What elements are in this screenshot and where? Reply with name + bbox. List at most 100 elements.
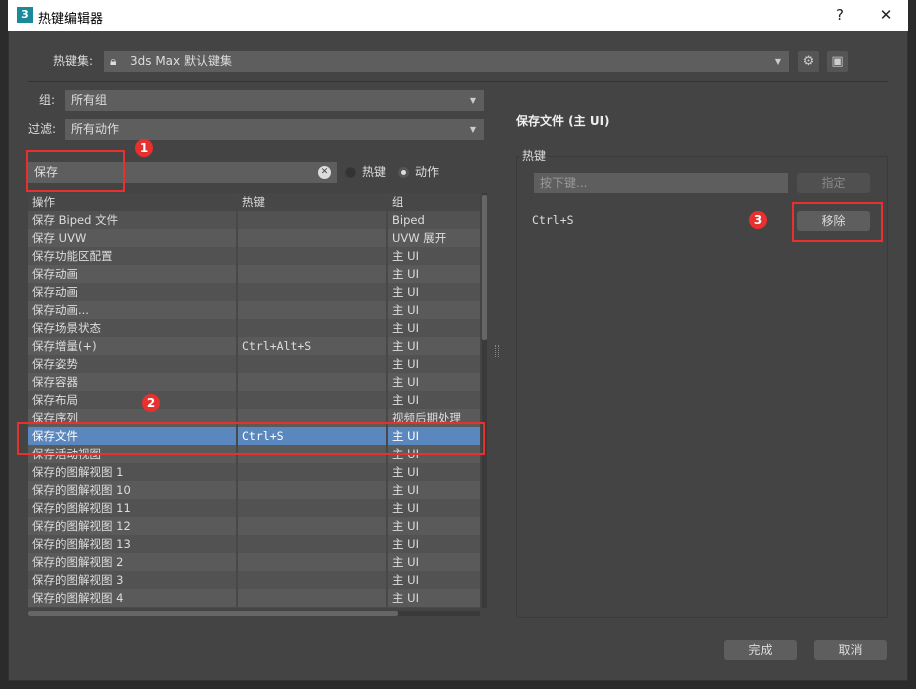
settings-gear-button[interactable]: ⚙ bbox=[798, 51, 819, 72]
window-title: 热键编辑器 bbox=[38, 12, 104, 27]
action-cell: 保存 Biped 文件 bbox=[28, 211, 238, 229]
hotkey-set-dropdown[interactable]: 🔒︎ 3ds Max 默认键集 ▼ bbox=[104, 51, 789, 72]
table-header: 操作 热键 组 bbox=[28, 193, 480, 211]
annotation-box-search bbox=[26, 150, 125, 192]
splitter-handle[interactable] bbox=[495, 345, 499, 357]
save-set-button[interactable]: ▣ bbox=[827, 51, 848, 72]
hotkey-cell bbox=[238, 535, 388, 553]
annotation-box-row bbox=[17, 422, 485, 455]
table-row[interactable]: 保存动画 主 UI bbox=[28, 283, 480, 301]
action-cell: 保存 UVW bbox=[28, 229, 238, 247]
horizontal-scrollbar[interactable] bbox=[28, 611, 480, 616]
table-row[interactable]: 保存的图解视图 2 主 UI bbox=[28, 553, 480, 571]
scrollbar-thumb[interactable] bbox=[482, 195, 487, 340]
radio-hotkey[interactable] bbox=[345, 167, 356, 178]
action-cell: 保存动画... bbox=[28, 301, 238, 319]
hotkey-cell: Ctrl+Alt+S bbox=[238, 337, 388, 355]
radio-hotkey-label: 热键 bbox=[362, 165, 387, 179]
chevron-down-icon: ▼ bbox=[774, 57, 781, 66]
group-cell: 主 UI bbox=[392, 339, 419, 353]
hotkey-cell bbox=[238, 571, 388, 589]
action-cell: 保存的图解视图 11 bbox=[28, 499, 238, 517]
group-cell: 主 UI bbox=[392, 519, 419, 533]
annotation-box-remove bbox=[792, 202, 883, 242]
table-row[interactable]: 保存的图解视图 10 主 UI bbox=[28, 481, 480, 499]
table-row[interactable]: 保存动画... 主 UI bbox=[28, 301, 480, 319]
cancel-button[interactable]: 取消 bbox=[814, 640, 887, 660]
assign-button[interactable]: 指定 bbox=[797, 173, 870, 193]
hotkey-cell bbox=[238, 499, 388, 517]
action-cell: 保存增量(+) bbox=[28, 337, 238, 355]
hotkey-cell bbox=[238, 391, 388, 409]
table-row[interactable]: 保存功能区配置 主 UI bbox=[28, 247, 480, 265]
hotkey-cell bbox=[238, 481, 388, 499]
hotkey-cell bbox=[238, 589, 388, 607]
action-cell: 保存的图解视图 12 bbox=[28, 517, 238, 535]
column-header-action[interactable]: 操作 bbox=[28, 193, 238, 211]
action-cell: 保存场景状态 bbox=[28, 319, 238, 337]
hotkey-cell bbox=[238, 247, 388, 265]
table-row[interactable]: 保存 UVW UVW 展开 bbox=[28, 229, 480, 247]
filter-dropdown[interactable]: 所有动作 ▼ bbox=[65, 119, 484, 140]
action-cell: 保存的图解视图 4 bbox=[28, 589, 238, 607]
group-cell: 主 UI bbox=[392, 321, 419, 335]
clear-search-icon[interactable]: ✕ bbox=[318, 166, 331, 179]
column-header-group[interactable]: 组 bbox=[388, 193, 480, 211]
divider bbox=[28, 81, 888, 82]
chevron-down-icon: ▼ bbox=[469, 125, 476, 134]
group-cell: 主 UI bbox=[392, 267, 419, 281]
group-cell: 主 UI bbox=[392, 537, 419, 551]
filter-value: 所有动作 bbox=[71, 122, 120, 136]
filter-label: 过滤: bbox=[28, 122, 57, 136]
radio-action[interactable] bbox=[398, 167, 409, 178]
group-cell: 主 UI bbox=[392, 483, 419, 497]
action-cell: 保存的图解视图 3 bbox=[28, 571, 238, 589]
chevron-down-icon: ▼ bbox=[469, 96, 476, 105]
key-capture-input[interactable]: 按下键... bbox=[534, 173, 788, 193]
hotkey-cell bbox=[238, 211, 388, 229]
table-row[interactable]: 保存的图解视图 12 主 UI bbox=[28, 517, 480, 535]
table-row[interactable]: 保存的图解视图 11 主 UI bbox=[28, 499, 480, 517]
group-cell: 主 UI bbox=[392, 375, 419, 389]
floppy-disk-icon: ▣ bbox=[831, 54, 844, 69]
group-cell: 主 UI bbox=[392, 573, 419, 587]
done-button[interactable]: 完成 bbox=[724, 640, 797, 660]
scrollbar-thumb[interactable] bbox=[28, 611, 398, 616]
hotkey-cell bbox=[238, 553, 388, 571]
help-button[interactable]: ? bbox=[830, 6, 850, 24]
vertical-scrollbar[interactable] bbox=[482, 193, 487, 608]
hotkey-cell bbox=[238, 463, 388, 481]
app-icon: 3 bbox=[17, 7, 33, 23]
table-row[interactable]: 保存 Biped 文件 Biped bbox=[28, 211, 480, 229]
group-cell: UVW 展开 bbox=[392, 231, 447, 245]
table-row[interactable]: 保存的图解视图 3 主 UI bbox=[28, 571, 480, 589]
hotkey-cell bbox=[238, 265, 388, 283]
current-hotkey: Ctrl+S bbox=[532, 213, 574, 227]
action-cell: 保存姿势 bbox=[28, 355, 238, 373]
table-row[interactable]: 保存增量(+) Ctrl+Alt+S 主 UI bbox=[28, 337, 480, 355]
group-cell: 主 UI bbox=[392, 285, 419, 299]
table-row[interactable]: 保存姿势 主 UI bbox=[28, 355, 480, 373]
hotkey-set-label: 热键集: bbox=[53, 54, 94, 68]
title-bar: 3 热键编辑器 ? ✕ bbox=[8, 0, 908, 31]
table-row[interactable]: 保存的图解视图 4 主 UI bbox=[28, 589, 480, 607]
table-row[interactable]: 保存的图解视图 13 主 UI bbox=[28, 535, 480, 553]
group-cell: 主 UI bbox=[392, 303, 419, 317]
group-dropdown[interactable]: 所有组 ▼ bbox=[65, 90, 484, 111]
table-row[interactable]: 保存动画 主 UI bbox=[28, 265, 480, 283]
close-button[interactable]: ✕ bbox=[876, 6, 896, 24]
hotkey-cell bbox=[238, 301, 388, 319]
annotation-badge-3: 3 bbox=[749, 211, 767, 229]
group-cell: Biped bbox=[392, 213, 425, 227]
hotkey-cell bbox=[238, 283, 388, 301]
table-row[interactable]: 保存布局 主 UI bbox=[28, 391, 480, 409]
annotation-badge-1: 1 bbox=[135, 139, 153, 157]
hotkey-cell bbox=[238, 373, 388, 391]
action-cell: 保存容器 bbox=[28, 373, 238, 391]
annotation-badge-2: 2 bbox=[142, 394, 160, 412]
table-row[interactable]: 保存容器 主 UI bbox=[28, 373, 480, 391]
column-header-hotkey[interactable]: 热键 bbox=[238, 193, 388, 211]
table-row[interactable]: 保存场景状态 主 UI bbox=[28, 319, 480, 337]
table-row[interactable]: 保存的图解视图 1 主 UI bbox=[28, 463, 480, 481]
actions-table: 操作 热键 组 保存 Biped 文件 Biped 保存 UVW UVW 展开保存功能… bbox=[28, 193, 480, 608]
